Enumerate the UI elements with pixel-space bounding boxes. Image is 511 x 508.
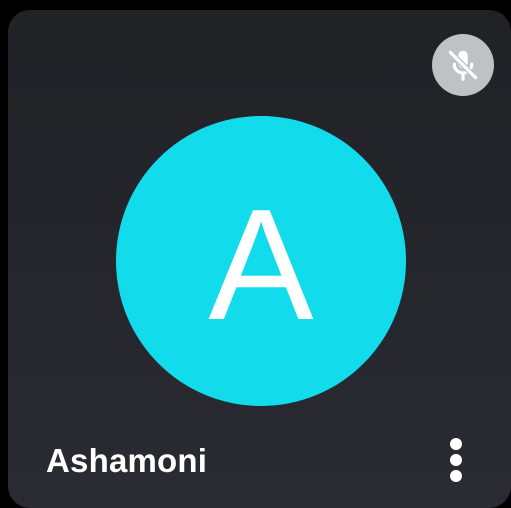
- mic-off-icon: [447, 49, 479, 81]
- participant-tile[interactable]: A Ashamoni: [8, 10, 511, 508]
- more-vert-icon: [450, 438, 462, 450]
- muted-indicator: [432, 34, 494, 96]
- more-vert-icon-dot: [450, 454, 462, 466]
- more-vert-icon-dot: [450, 470, 462, 482]
- participant-avatar: A: [116, 116, 406, 406]
- more-options-button[interactable]: [440, 438, 472, 482]
- avatar-initial: A: [208, 177, 314, 353]
- participant-name: Ashamoni: [46, 442, 208, 479]
